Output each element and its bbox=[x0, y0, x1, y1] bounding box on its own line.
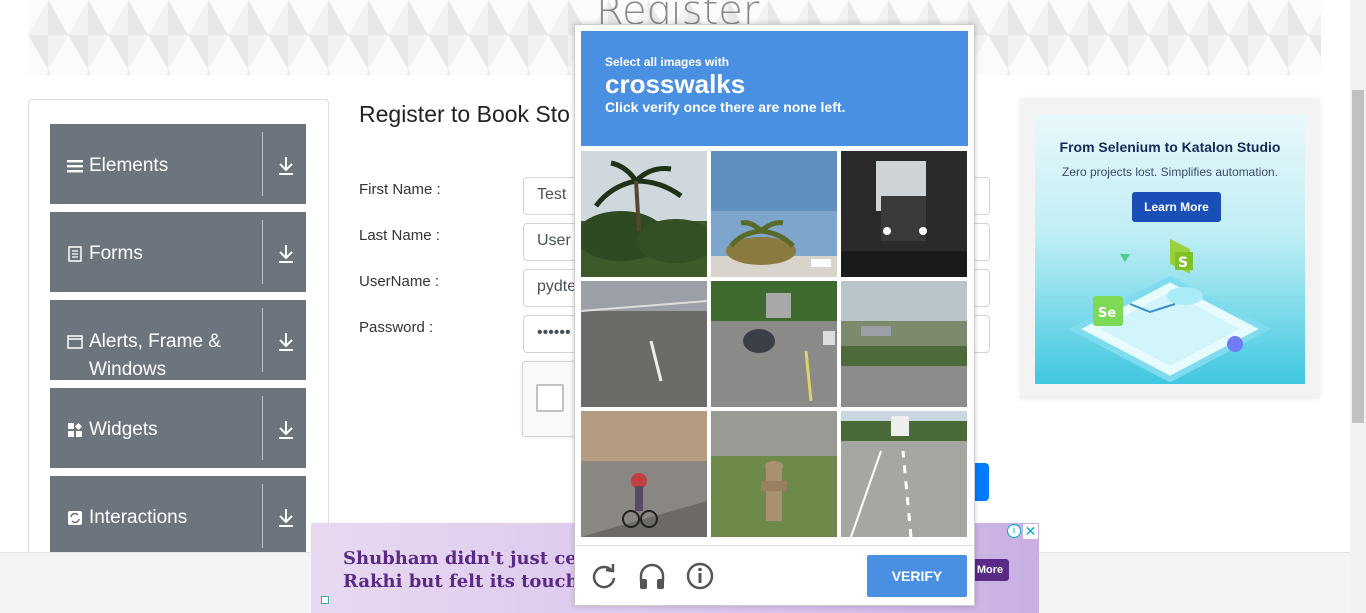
first-name-label: First Name : bbox=[359, 181, 441, 198]
side-ad-title: From Selenium to Katalon Studio bbox=[1059, 139, 1281, 155]
captcha-tile[interactable] bbox=[841, 411, 967, 537]
reload-icon[interactable] bbox=[589, 561, 619, 591]
cyclist-image bbox=[581, 411, 707, 537]
sidebar-group-label: Interactions bbox=[89, 507, 188, 528]
captcha-prompt: Select all images with bbox=[605, 55, 730, 69]
ad-close-icon[interactable]: ✕ bbox=[1023, 524, 1038, 539]
ad-choice-icon[interactable] bbox=[321, 596, 329, 604]
username-label: UserName : bbox=[359, 273, 440, 290]
sidebar: Elements Forms Alerts, Frame & Windows W… bbox=[28, 99, 329, 569]
sidebar-group-label: Alerts, Frame & Windows bbox=[89, 331, 221, 380]
palm-trees-image bbox=[581, 151, 707, 277]
audio-challenge-icon[interactable] bbox=[637, 561, 667, 591]
recaptcha-checkbox[interactable] bbox=[536, 384, 564, 412]
palm-tree-road-image bbox=[711, 151, 837, 277]
download-arrow-icon[interactable] bbox=[277, 332, 295, 352]
fire-hydrant-image bbox=[711, 411, 837, 537]
captcha-header: Select all images with crosswalks Click … bbox=[581, 31, 968, 146]
info-icon[interactable] bbox=[685, 561, 715, 591]
captcha-instruction: Click verify once there are none left. bbox=[605, 99, 846, 115]
sidebar-group-label: Widgets bbox=[89, 419, 158, 440]
captcha-tile[interactable] bbox=[581, 411, 707, 537]
highway-truck-image bbox=[841, 411, 967, 537]
sidebar-group-label: Elements bbox=[89, 155, 169, 176]
window-icon bbox=[67, 335, 83, 349]
sidebar-group-label: Forms bbox=[89, 243, 143, 264]
download-arrow-icon[interactable] bbox=[277, 508, 295, 528]
captcha-tile[interactable] bbox=[841, 151, 967, 277]
form-title: Register to Book Sto bbox=[359, 101, 570, 127]
download-arrow-icon[interactable] bbox=[277, 244, 295, 264]
side-ad-subtitle: Zero projects lost. Simplifies automatio… bbox=[1061, 165, 1279, 179]
scrollbar-thumb[interactable] bbox=[1352, 90, 1364, 423]
download-arrow-icon[interactable] bbox=[277, 156, 295, 176]
sidebar-group-interactions[interactable]: Interactions bbox=[50, 476, 306, 556]
side-ad[interactable]: From Selenium to Katalon Studio Zero pro… bbox=[1020, 99, 1320, 399]
captcha-tile[interactable] bbox=[841, 281, 967, 407]
sidebar-group-widgets[interactable]: Widgets bbox=[50, 388, 306, 468]
svg-text:Se: Se bbox=[1098, 306, 1116, 321]
highway-image bbox=[581, 281, 707, 407]
learn-more-button[interactable]: Learn More bbox=[1132, 192, 1221, 222]
katalon-illustration: S Se bbox=[1068, 239, 1272, 383]
captcha-tile[interactable] bbox=[711, 411, 837, 537]
side-ad-banner[interactable]: From Selenium to Katalon Studio Zero pro… bbox=[1035, 114, 1305, 384]
bottom-ad-headline-2: Rakhi but felt its touch to bbox=[343, 571, 606, 592]
road-cars-image bbox=[711, 281, 837, 407]
ad-info-icon[interactable]: i bbox=[1007, 524, 1021, 538]
sidebar-group-elements[interactable]: Elements bbox=[50, 124, 306, 204]
password-label: Password : bbox=[359, 319, 434, 336]
captcha-tile[interactable] bbox=[581, 281, 707, 407]
sync-icon bbox=[68, 511, 82, 525]
last-name-label: Last Name : bbox=[359, 227, 440, 244]
list-icon bbox=[67, 160, 83, 173]
captcha-target: crosswalks bbox=[605, 69, 746, 99]
document-icon bbox=[68, 246, 82, 262]
captcha-challenge: Select all images with crosswalks Click … bbox=[574, 24, 975, 606]
sidebar-group-alerts[interactable]: Alerts, Frame & Windows bbox=[50, 300, 306, 380]
sidebar-group-forms[interactable]: Forms bbox=[50, 212, 306, 292]
widgets-icon bbox=[68, 422, 83, 437]
tunnel-truck-image bbox=[841, 151, 967, 277]
recaptcha-widget bbox=[522, 361, 582, 437]
captcha-tile[interactable] bbox=[711, 151, 837, 277]
download-arrow-icon[interactable] bbox=[277, 420, 295, 440]
bottom-ad-more-button[interactable]: More bbox=[971, 559, 1009, 581]
captcha-tile[interactable] bbox=[581, 151, 707, 277]
highway-overpass-image bbox=[841, 281, 967, 407]
svg-text:S: S bbox=[1178, 255, 1188, 271]
captcha-tile[interactable] bbox=[711, 281, 837, 407]
verify-button[interactable]: VERIFY bbox=[867, 555, 967, 597]
